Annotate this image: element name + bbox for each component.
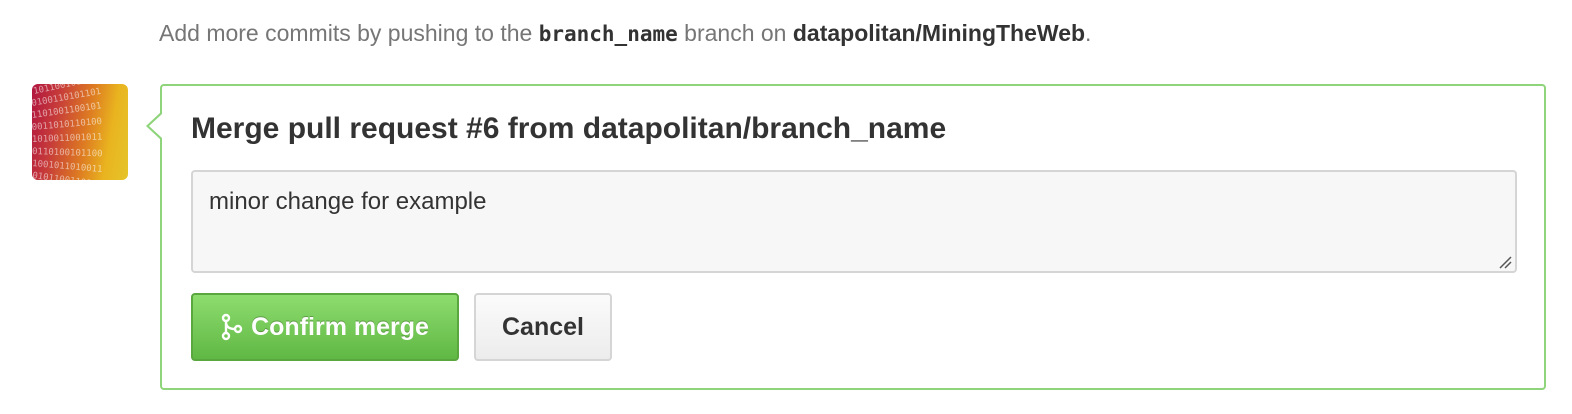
hint-middle: branch on xyxy=(684,20,787,46)
merge-hint: Add more commits by pushing to the branc… xyxy=(159,20,1091,47)
confirm-merge-label: Confirm merge xyxy=(251,312,429,341)
resize-grip-icon[interactable] xyxy=(1497,254,1513,270)
panel-pointer-inner xyxy=(149,114,162,138)
merge-title: Merge pull request #6 from datapolitan/b… xyxy=(191,112,947,145)
avatar[interactable]: 1011001010 0100110101101 1101001100101 0… xyxy=(32,84,128,180)
cancel-label: Cancel xyxy=(502,312,584,341)
svg-text:0110100101100: 0110100101100 xyxy=(32,147,103,159)
branch-name: branch_name xyxy=(538,22,678,46)
cancel-button[interactable]: Cancel xyxy=(474,293,612,361)
hint-suffix: . xyxy=(1085,20,1092,46)
commit-message-field[interactable] xyxy=(191,170,1517,273)
repo-name: datapolitan/MiningTheWeb xyxy=(792,20,1086,46)
confirm-merge-button[interactable]: Confirm merge xyxy=(191,293,459,361)
git-merge-icon xyxy=(221,313,243,341)
svg-text:1010011001011: 1010011001011 xyxy=(32,133,103,145)
hint-prefix: Add more commits by pushing to the xyxy=(159,20,533,46)
